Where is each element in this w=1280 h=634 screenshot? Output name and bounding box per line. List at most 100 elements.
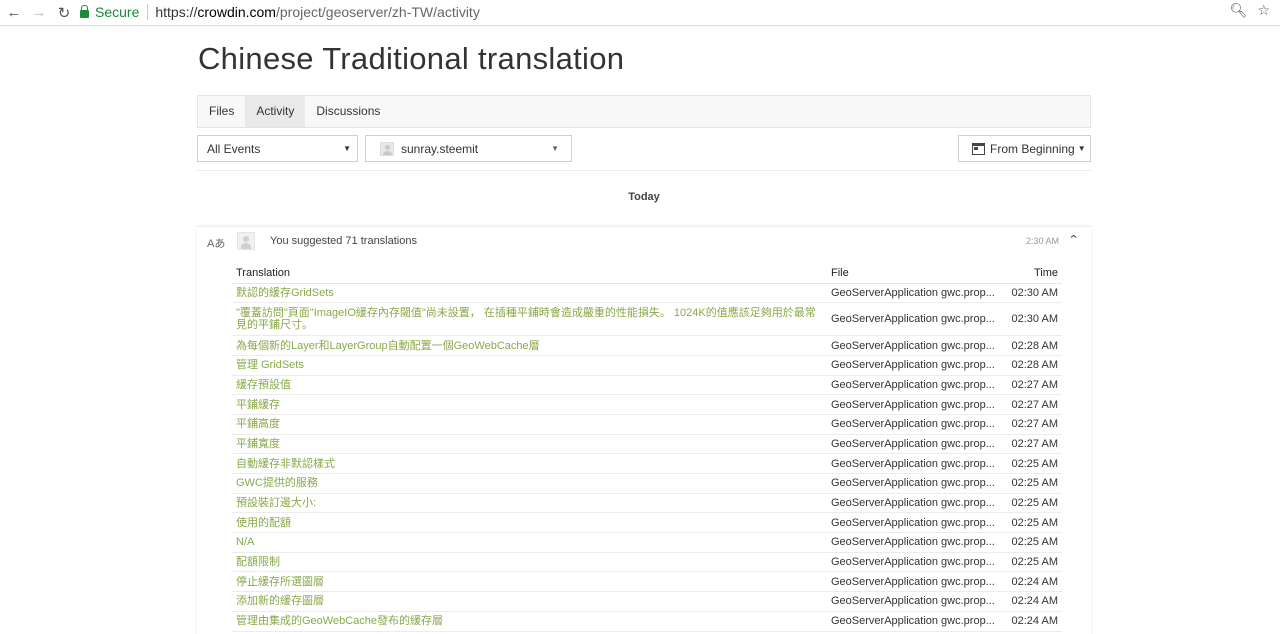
back-arrow-icon[interactable]: ← (3, 2, 25, 24)
activity-summary: You suggested 71 translations (270, 235, 417, 247)
translation-link[interactable]: 停止緩存所選圖層 (232, 571, 827, 593)
activity-header[interactable]: Aあ You suggested 71 translations 2:30 AM… (197, 227, 1091, 255)
url-scheme: https:// (155, 4, 198, 20)
translation-link[interactable]: 默認的緩存GridSets (232, 283, 827, 304)
page-title: Chinese Traditional translation (198, 41, 625, 76)
from-beginning-label: From Beginning (990, 141, 1075, 156)
time-cell: 02:25 AM (1002, 493, 1062, 514)
user-avatar-icon (380, 141, 394, 156)
events-filter-select[interactable]: All Events ▼ (197, 135, 358, 162)
bookmark-star-icon[interactable]: ☆ (1257, 2, 1270, 19)
secure-label: Secure (95, 4, 140, 20)
events-filter-value: All Events (207, 141, 261, 156)
from-beginning-button[interactable]: From Beginning ▼ (958, 135, 1091, 162)
translation-link[interactable]: 平鋪高度 (232, 414, 827, 435)
url-text[interactable]: https://crowdin.com/project/geoserver/zh… (155, 4, 479, 20)
tab-files[interactable]: Files (198, 96, 245, 127)
time-cell: 02:25 AM (1002, 512, 1062, 534)
translation-link[interactable]: 緩存預設值 (232, 375, 827, 396)
translation-link[interactable]: 平鋪寬度 (232, 434, 827, 455)
translation-link[interactable]: 平鋪緩存 (232, 394, 827, 415)
translation-link[interactable]: 管理由集成的GeoWebCache發布的緩存層 (232, 611, 827, 632)
time-cell: 02:30 AM (1002, 283, 1062, 304)
table-row: 添加新的緩存圖層 GeoServerApplication gwc.prop...… (232, 591, 1062, 612)
table-row: 自動緩存非默認樣式 GeoServerApplication gwc.prop..… (232, 453, 1062, 474)
day-label: Today (628, 191, 660, 203)
file-cell: GeoServerApplication gwc.prop... (827, 375, 1002, 396)
table-row: 平鋪緩存 GeoServerApplication gwc.prop... 02:2… (232, 394, 1062, 415)
avatar (237, 232, 255, 250)
tab-discussions[interactable]: Discussions (305, 96, 391, 127)
translation-link[interactable]: 使用的配額 (232, 512, 827, 534)
file-cell: GeoServerApplication gwc.prop... (827, 355, 1002, 376)
file-cell: GeoServerApplication gwc.prop... (827, 394, 1002, 415)
table-row: GWC提供的服務 GeoServerApplication gwc.prop...… (232, 473, 1062, 494)
url-path: /project/geoserver/zh-TW/activity (275, 4, 480, 20)
translation-link[interactable]: 配額限制 (232, 552, 827, 573)
translation-link[interactable]: 自動緩存非默認樣式 (232, 453, 827, 474)
translate-icon: Aあ (207, 238, 226, 250)
translation-link[interactable]: 為每個新的Layer和LayerGroup自動配置一個GeoWebCache層 (232, 335, 827, 356)
time-cell: 02:25 AM (1002, 453, 1062, 474)
translations-table: Translation File Time 默認的緩存GridSets GeoSe… (232, 264, 1062, 632)
time-cell: 02:28 AM (1002, 355, 1062, 376)
file-cell: GeoServerApplication gwc.prop... (827, 473, 1002, 494)
table-row: 平鋪高度 GeoServerApplication gwc.prop... 02:2… (232, 414, 1062, 435)
calendar-icon (972, 142, 985, 155)
zoom-icon[interactable]: 🔍︎ (1230, 2, 1248, 19)
table-row: 平鋪寬度 GeoServerApplication gwc.prop... 02:2… (232, 434, 1062, 455)
activity-time: 2:30 AM (1025, 236, 1059, 246)
file-cell: GeoServerApplication gwc.prop... (827, 453, 1002, 474)
file-cell: GeoServerApplication gwc.prop... (827, 335, 1002, 356)
file-cell: GeoServerApplication gwc.prop... (827, 611, 1002, 632)
chevron-up-icon[interactable]: ⌃ (1067, 233, 1079, 246)
table-row: "覆蓋訪問"頁面"ImageIO緩存內存閾值"尚未設置， 在插種平鋪時會造成嚴重… (232, 302, 1062, 337)
table-row: 配額限制 GeoServerApplication gwc.prop... 02:2… (232, 552, 1062, 573)
column-header-file: File (827, 264, 1002, 284)
time-cell: 02:27 AM (1002, 394, 1062, 415)
file-cell: GeoServerApplication gwc.prop... (827, 434, 1002, 455)
translation-link[interactable]: GWC提供的服務 (232, 473, 827, 494)
caret-down-icon: ▼ (551, 144, 559, 153)
table-row: 預設裝訂邊大小: GeoServerApplication gwc.prop...… (232, 493, 1062, 514)
file-cell: GeoServerApplication gwc.prop... (827, 591, 1002, 612)
divider (197, 170, 1091, 171)
time-cell: 02:27 AM (1002, 434, 1062, 455)
translation-link[interactable]: 管理 GridSets (232, 355, 827, 376)
file-cell: GeoServerApplication gwc.prop... (827, 512, 1002, 534)
translation-link[interactable]: "覆蓋訪問"頁面"ImageIO緩存內存閾值"尚未設置， 在插種平鋪時會造成嚴重… (232, 302, 827, 337)
time-cell: 02:27 AM (1002, 414, 1062, 435)
reload-icon[interactable]: ↻ (53, 2, 75, 24)
file-cell: GeoServerApplication gwc.prop... (827, 414, 1002, 435)
file-cell: GeoServerApplication gwc.prop... (827, 532, 1002, 553)
time-cell: 02:24 AM (1002, 591, 1062, 612)
time-cell: 02:24 AM (1002, 611, 1062, 632)
user-filter-select[interactable]: sunray.steemit ▼ (365, 135, 572, 162)
table-row: 默認的緩存GridSets GeoServerApplication gwc.pr… (232, 283, 1062, 304)
table-row: 管理 GridSets GeoServerApplication gwc.prop… (232, 355, 1062, 376)
translation-link[interactable]: 預設裝訂邊大小: (232, 493, 827, 514)
file-cell: GeoServerApplication gwc.prop... (827, 493, 1002, 514)
time-cell: 02:25 AM (1002, 532, 1062, 553)
tab-activity[interactable]: Activity (245, 96, 306, 127)
time-cell: 02:25 AM (1002, 552, 1062, 573)
lock-icon (80, 4, 89, 18)
filters-bar: All Events ▼ sunray.steemit ▼ From Begin… (197, 135, 1091, 162)
project-tabs: Files Activity Discussions (197, 95, 1091, 128)
caret-down-icon: ▼ (1077, 144, 1086, 153)
time-cell: 02:28 AM (1002, 335, 1062, 356)
table-row: 緩存預設值 GeoServerApplication gwc.prop... 02:… (232, 375, 1062, 396)
forward-arrow-icon[interactable]: → (28, 2, 50, 24)
time-cell: 02:30 AM (1002, 302, 1062, 337)
address-bar[interactable]: Secure https://crowdin.com/project/geose… (80, 1, 1276, 23)
address-separator (147, 4, 149, 20)
time-cell: 02:24 AM (1002, 571, 1062, 593)
user-filter-value: sunray.steemit (401, 141, 479, 156)
table-row: 停止緩存所選圖層 GeoServerApplication gwc.prop...… (232, 571, 1062, 593)
translation-link[interactable]: N/A (232, 532, 827, 553)
caret-down-icon: ▼ (343, 144, 351, 153)
column-header-time: Time (1002, 264, 1062, 284)
column-header-translation: Translation (232, 264, 827, 284)
file-cell: GeoServerApplication gwc.prop... (827, 552, 1002, 573)
translation-link[interactable]: 添加新的緩存圖層 (232, 591, 827, 612)
